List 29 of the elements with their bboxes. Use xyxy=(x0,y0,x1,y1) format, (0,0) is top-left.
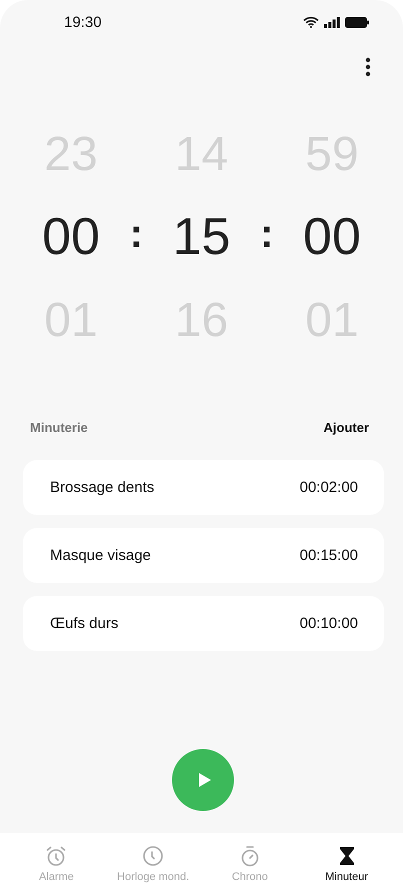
more-icon[interactable] xyxy=(365,57,371,77)
add-button[interactable]: Ajouter xyxy=(324,420,369,434)
signal-icon xyxy=(324,16,340,28)
wifi-icon xyxy=(303,16,319,28)
preset-name: Brossage dents xyxy=(50,479,154,496)
separator: : xyxy=(260,214,274,254)
preset-duration: 00:15:00 xyxy=(300,547,358,564)
preset-duration: 00:10:00 xyxy=(300,615,358,632)
nav-tab[interactable]: Alarme xyxy=(10,844,102,882)
separator: : xyxy=(130,214,143,254)
nav-tab[interactable]: Chrono xyxy=(204,844,296,882)
picker-selected-value[interactable]: 15 xyxy=(172,196,230,279)
clock-icon xyxy=(142,844,164,866)
timer-preset-card[interactable]: Masque visage 00:15:00 xyxy=(23,528,384,583)
play-icon xyxy=(198,772,212,788)
picker-selected-value[interactable]: 00 xyxy=(303,196,361,279)
picker-selected-value[interactable]: 00 xyxy=(42,196,100,279)
section-title: Minuterie xyxy=(30,420,88,434)
stopwatch-icon xyxy=(238,844,261,866)
timer-preset-card[interactable]: Œufs durs 00:10:00 xyxy=(23,596,384,651)
preset-name: Œufs durs xyxy=(50,615,118,632)
nav-tab[interactable]: Minuteur xyxy=(300,844,393,882)
nav-tab[interactable]: Horloge mond. xyxy=(107,844,200,882)
battery-icon xyxy=(345,16,369,28)
timer-preset-card[interactable]: Brossage dents 00:02:00 xyxy=(23,460,384,515)
preset-duration: 00:02:00 xyxy=(300,479,358,496)
preset-name: Masque visage xyxy=(50,547,151,564)
status-time: 19:30 xyxy=(64,14,102,30)
alarm-clock-icon xyxy=(45,844,68,866)
